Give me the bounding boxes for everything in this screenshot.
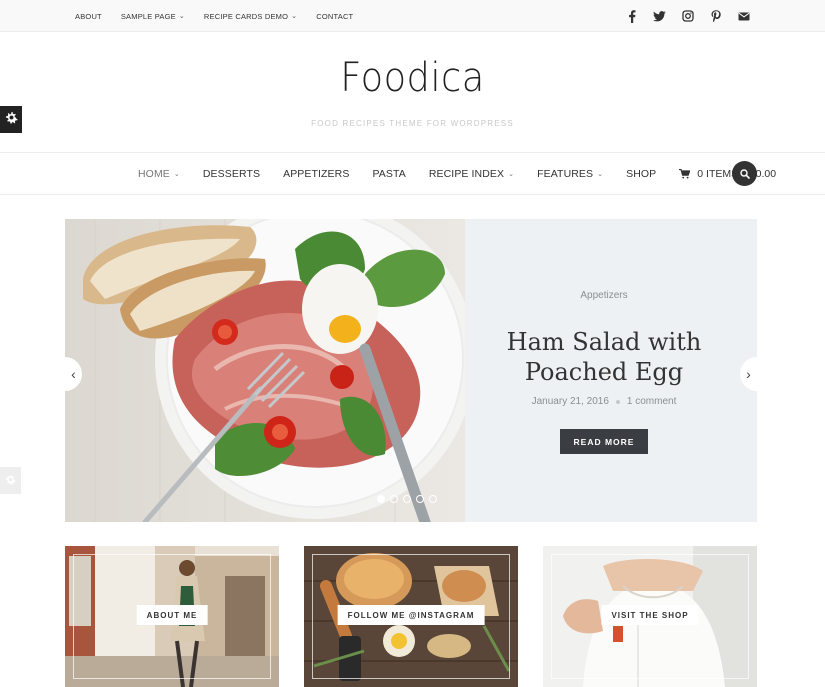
slider-dot[interactable] [429, 495, 437, 503]
cart-icon [679, 168, 691, 178]
top-menu-about[interactable]: About [75, 12, 102, 21]
social-links [625, 0, 750, 32]
main-navigation: Home ⌄ Desserts Appetizers Pasta Recipe I… [0, 152, 825, 195]
top-menu-contact-label: Contact [316, 11, 354, 21]
promo-label[interactable]: Follow Me @Instagram [337, 605, 485, 625]
slide-date: January 21, 2016 [531, 396, 609, 407]
promo-label[interactable]: About Me [136, 605, 208, 625]
top-menu: About Sample Page ⌄ Recipe Cards Demo ⌄ Co… [75, 0, 372, 32]
search-icon [739, 168, 750, 179]
chevron-left-icon: ‹ [71, 366, 76, 382]
chevron-down-icon: ⌄ [291, 13, 298, 20]
slide-content: Appetizers Ham Salad with Poached Egg Ja… [465, 219, 743, 522]
featured-slider: Appetizers Ham Salad with Poached Egg Ja… [65, 219, 757, 522]
nav-item-features[interactable]: Features ⌄ [537, 168, 603, 180]
secondary-toggle[interactable] [0, 467, 21, 494]
top-menu-recipe-cards-demo[interactable]: Recipe Cards Demo ⌄ [204, 12, 297, 21]
email-icon[interactable] [737, 10, 750, 23]
cart-link[interactable]: 0 items – $0.00 [679, 168, 776, 180]
top-menu-sample-page[interactable]: Sample Page ⌄ [121, 12, 185, 21]
top-menu-sample-page-label: Sample Page [120, 11, 176, 21]
nav-item-shop-label: Shop [626, 167, 657, 180]
instagram-icon[interactable] [681, 10, 694, 23]
read-more-button[interactable]: Read More [560, 429, 648, 454]
nav-item-shop[interactable]: Shop [626, 168, 656, 180]
slide-title-line: Poached Egg [524, 358, 684, 386]
slide-title[interactable]: Ham Salad with Poached Egg [465, 327, 743, 387]
nav-item-features-label: Features [537, 167, 594, 180]
promo-shop[interactable]: Visit the Shop [543, 546, 757, 687]
nav-item-home[interactable]: Home ⌄ [138, 168, 180, 180]
top-menu-about-label: About [75, 11, 102, 21]
slide-comments-link[interactable]: 1 comment [627, 396, 676, 407]
site-branding: Foodica [0, 55, 825, 101]
nav-item-appetizers[interactable]: Appetizers [283, 168, 349, 180]
slide-category[interactable]: Appetizers [465, 290, 743, 301]
promo-instagram[interactable]: Follow Me @Instagram [304, 546, 518, 687]
slider-dot[interactable] [377, 495, 385, 503]
facebook-icon[interactable] [625, 9, 638, 23]
nav-item-recipe-index[interactable]: Recipe Index ⌄ [429, 168, 514, 180]
nav-item-pasta-label: Pasta [372, 167, 406, 180]
slide-title-line: Ham Salad with [506, 328, 702, 356]
separator-dot [615, 399, 620, 404]
nav-item-pasta[interactable]: Pasta [372, 168, 405, 180]
slider-pagination [377, 495, 437, 503]
promo-about-me[interactable]: About Me [65, 546, 279, 687]
chevron-right-icon: › [746, 366, 751, 382]
chevron-down-icon: ⌄ [508, 170, 515, 178]
nav-item-desserts-label: Desserts [202, 167, 261, 180]
chevron-down-icon: ⌄ [597, 170, 604, 178]
top-menu-recipe-cards-label: Recipe Cards Demo [203, 11, 289, 21]
search-button[interactable] [732, 161, 757, 186]
main-menu: Home ⌄ Desserts Appetizers Pasta Recipe I… [138, 153, 776, 194]
slider-dot[interactable] [403, 495, 411, 503]
top-bar: About Sample Page ⌄ Recipe Cards Demo ⌄ Co… [0, 0, 825, 32]
nav-item-appetizers-label: Appetizers [283, 167, 350, 180]
site-tagline: Food Recipes Theme for WordPress [311, 119, 514, 128]
site-logo[interactable]: Foodica [340, 55, 484, 101]
slider-dot[interactable] [390, 495, 398, 503]
top-menu-contact[interactable]: Contact [316, 12, 353, 21]
nav-item-home-label: Home [138, 167, 170, 180]
gear-icon [5, 472, 16, 490]
nav-item-desserts[interactable]: Desserts [203, 168, 260, 180]
slide-image[interactable] [65, 219, 465, 522]
promo-label[interactable]: Visit the Shop [601, 605, 699, 625]
chevron-down-icon: ⌄ [178, 13, 185, 20]
slider-dot[interactable] [416, 495, 424, 503]
twitter-icon[interactable] [653, 10, 666, 23]
pinterest-icon[interactable] [709, 10, 722, 23]
chevron-down-icon: ⌄ [173, 170, 180, 178]
slide-meta: January 21, 2016 1 comment [465, 396, 743, 407]
nav-item-recipe-index-label: Recipe Index [428, 167, 505, 180]
